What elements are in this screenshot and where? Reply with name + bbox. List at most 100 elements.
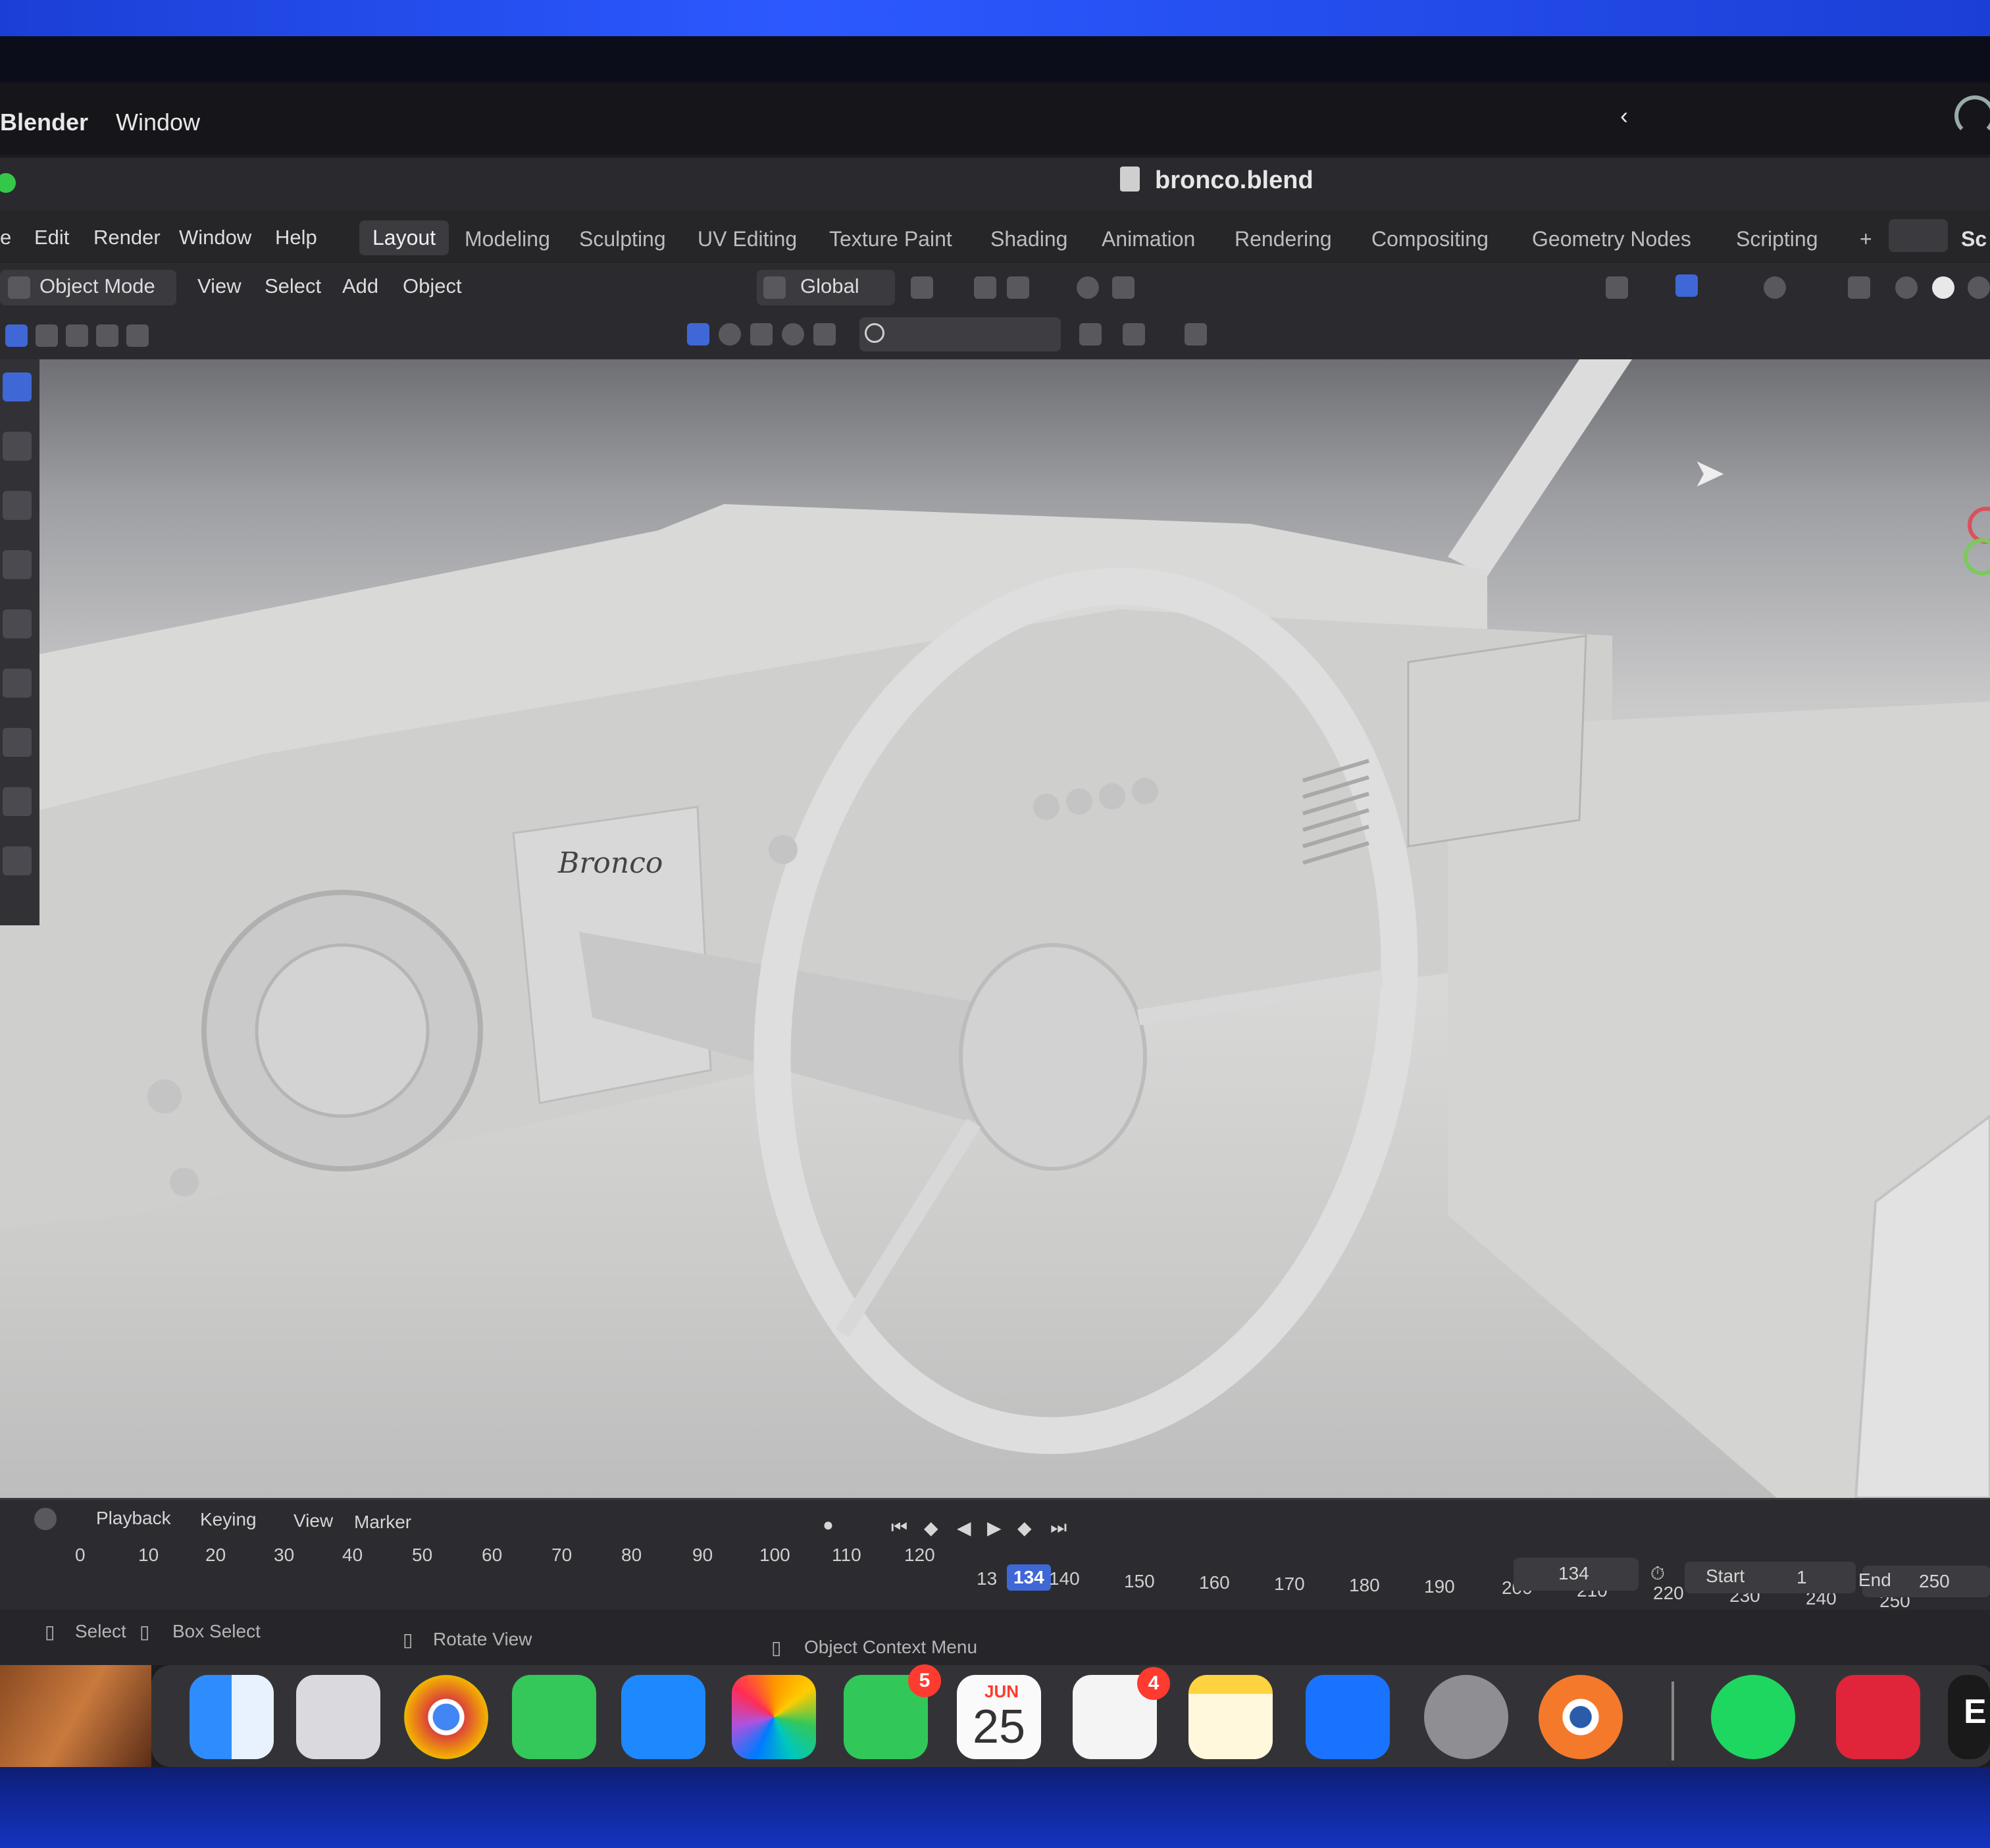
- select-new-icon[interactable]: [5, 324, 28, 347]
- tab-sculpting[interactable]: Sculpting: [579, 227, 666, 251]
- tab-scripting[interactable]: Scripting: [1736, 227, 1818, 251]
- menu-view[interactable]: View: [197, 274, 242, 298]
- app-menu-blender[interactable]: Blender: [0, 109, 88, 136]
- select-box-tool[interactable]: [3, 372, 32, 401]
- timeline-menu-keying[interactable]: Keying: [200, 1509, 257, 1530]
- mouse-middle-icon: ▯: [403, 1630, 413, 1650]
- play-icon[interactable]: ▶: [987, 1517, 1002, 1539]
- overlay-toggle-icon[interactable]: [1764, 276, 1786, 299]
- spotify-icon[interactable]: [1711, 1675, 1795, 1759]
- reminders-badge: 4: [1137, 1667, 1170, 1700]
- add-cube-tool[interactable]: [3, 846, 32, 875]
- timeline-menu-marker[interactable]: Marker: [354, 1512, 411, 1533]
- prev-keyframe-icon[interactable]: ◆: [924, 1517, 938, 1539]
- snap-magnet-icon[interactable]: [974, 276, 996, 299]
- next-keyframe-icon[interactable]: ◆: [1017, 1517, 1032, 1539]
- pivot-point-icon[interactable]: [911, 276, 933, 299]
- mouse-drag-icon: ▯: [140, 1622, 150, 1642]
- stopwatch-icon[interactable]: ⏱: [1650, 1563, 1665, 1585]
- finder-icon[interactable]: [190, 1675, 274, 1759]
- menu-add[interactable]: Add: [342, 274, 378, 298]
- select-subtract-icon[interactable]: [66, 324, 88, 347]
- select-intersect-icon[interactable]: [126, 324, 149, 347]
- select-invert-icon[interactable]: [96, 324, 118, 347]
- solid-shading-icon[interactable]: [1932, 276, 1954, 299]
- cursor-tool[interactable]: [3, 432, 32, 461]
- tab-rendering[interactable]: Rendering: [1235, 227, 1332, 251]
- tab-layout[interactable]: Layout: [359, 220, 449, 255]
- visibility-eye-icon[interactable]: [1606, 276, 1628, 299]
- 3d-viewport[interactable]: Bronco ➤: [0, 359, 1990, 1498]
- timeline-tick: 150: [1124, 1571, 1155, 1591]
- jump-start-icon[interactable]: ⏮: [891, 1517, 907, 1539]
- proportional-editing-icon[interactable]: [1077, 276, 1099, 299]
- annotate-tool[interactable]: [3, 728, 32, 757]
- filter-world-icon[interactable]: [782, 323, 804, 346]
- filter-light-icon[interactable]: [750, 323, 773, 346]
- select-extend-icon[interactable]: [36, 324, 58, 347]
- app-icon-letter: E: [1964, 1693, 1987, 1731]
- tab-texture-paint[interactable]: Texture Paint: [829, 227, 952, 251]
- filter-camera-icon[interactable]: [813, 323, 836, 346]
- menu-help[interactable]: Help: [275, 226, 317, 249]
- airdrop-icon[interactable]: [1954, 95, 1990, 136]
- editor-type-icon[interactable]: [34, 1508, 57, 1530]
- app-store-icon[interactable]: [1306, 1675, 1390, 1759]
- blender-icon[interactable]: [1539, 1675, 1623, 1759]
- messages-icon[interactable]: [512, 1675, 596, 1759]
- system-settings-icon[interactable]: [1424, 1675, 1508, 1759]
- xray-toggle-icon[interactable]: [1848, 276, 1870, 299]
- timeline-menu-view[interactable]: View: [293, 1510, 333, 1531]
- falloff-curve-icon[interactable]: [1112, 276, 1135, 299]
- app-menu-window[interactable]: Window: [116, 109, 200, 136]
- current-frame-indicator[interactable]: 134: [1007, 1564, 1051, 1591]
- tab-animation[interactable]: Animation: [1102, 227, 1195, 251]
- timeline-menu-playback[interactable]: Playback: [96, 1508, 171, 1529]
- snap-target-icon[interactable]: [1007, 276, 1029, 299]
- material-shading-icon[interactable]: [1968, 276, 1990, 299]
- scale-tool[interactable]: [3, 609, 32, 638]
- mail-icon[interactable]: [621, 1675, 705, 1759]
- scene-selector-button[interactable]: [1889, 219, 1948, 252]
- filter-material-icon[interactable]: [719, 323, 741, 346]
- scene-label[interactable]: Sc: [1961, 227, 1987, 251]
- move-tool[interactable]: [3, 491, 32, 520]
- chevron-left-icon[interactable]: ‹: [1620, 102, 1628, 130]
- menu-file[interactable]: e: [0, 226, 11, 249]
- tab-compositing[interactable]: Compositing: [1371, 227, 1489, 251]
- photos-icon[interactable]: [732, 1675, 816, 1759]
- jump-end-icon[interactable]: ⏭: [1050, 1517, 1067, 1539]
- add-workspace-button[interactable]: +: [1860, 227, 1872, 251]
- calendar-month: JUN: [984, 1681, 1019, 1701]
- rotate-tool[interactable]: [3, 550, 32, 579]
- menu-object[interactable]: Object: [403, 274, 462, 298]
- search-input[interactable]: [859, 317, 1061, 351]
- menu-select[interactable]: Select: [265, 274, 321, 298]
- calendar-day: 25: [973, 1701, 1026, 1753]
- transform-tool[interactable]: [3, 669, 32, 698]
- gizmo-toggle-icon[interactable]: [1675, 274, 1698, 297]
- timeline-tick: 180: [1349, 1575, 1380, 1595]
- menu-window[interactable]: Window: [179, 226, 251, 249]
- wireframe-shading-icon[interactable]: [1895, 276, 1918, 299]
- chrome-icon[interactable]: [404, 1675, 488, 1759]
- filter-mesh-icon[interactable]: [687, 323, 709, 346]
- notes-icon[interactable]: [1188, 1675, 1273, 1759]
- object-mode-icon: [8, 276, 30, 299]
- tab-uv-editing[interactable]: UV Editing: [698, 227, 797, 251]
- launchpad-icon[interactable]: [296, 1675, 380, 1759]
- play-reverse-icon[interactable]: ◀: [957, 1517, 971, 1539]
- measure-tool[interactable]: [3, 787, 32, 816]
- tab-geometry-nodes[interactable]: Geometry Nodes: [1532, 227, 1691, 251]
- window-titlebar: [0, 158, 1990, 212]
- menu-render[interactable]: Render: [93, 226, 161, 249]
- app-icon-red[interactable]: [1836, 1675, 1920, 1759]
- hierarchy-icon[interactable]: [1123, 323, 1145, 346]
- record-keyframe-icon[interactable]: ●: [823, 1514, 834, 1535]
- display-filter-icon[interactable]: [1079, 323, 1102, 346]
- status-rotate-view: Rotate View: [433, 1629, 532, 1649]
- menu-edit[interactable]: Edit: [34, 226, 69, 249]
- funnel-filter-icon[interactable]: [1185, 323, 1207, 346]
- tab-shading[interactable]: Shading: [990, 227, 1067, 251]
- tab-modeling[interactable]: Modeling: [465, 227, 550, 251]
